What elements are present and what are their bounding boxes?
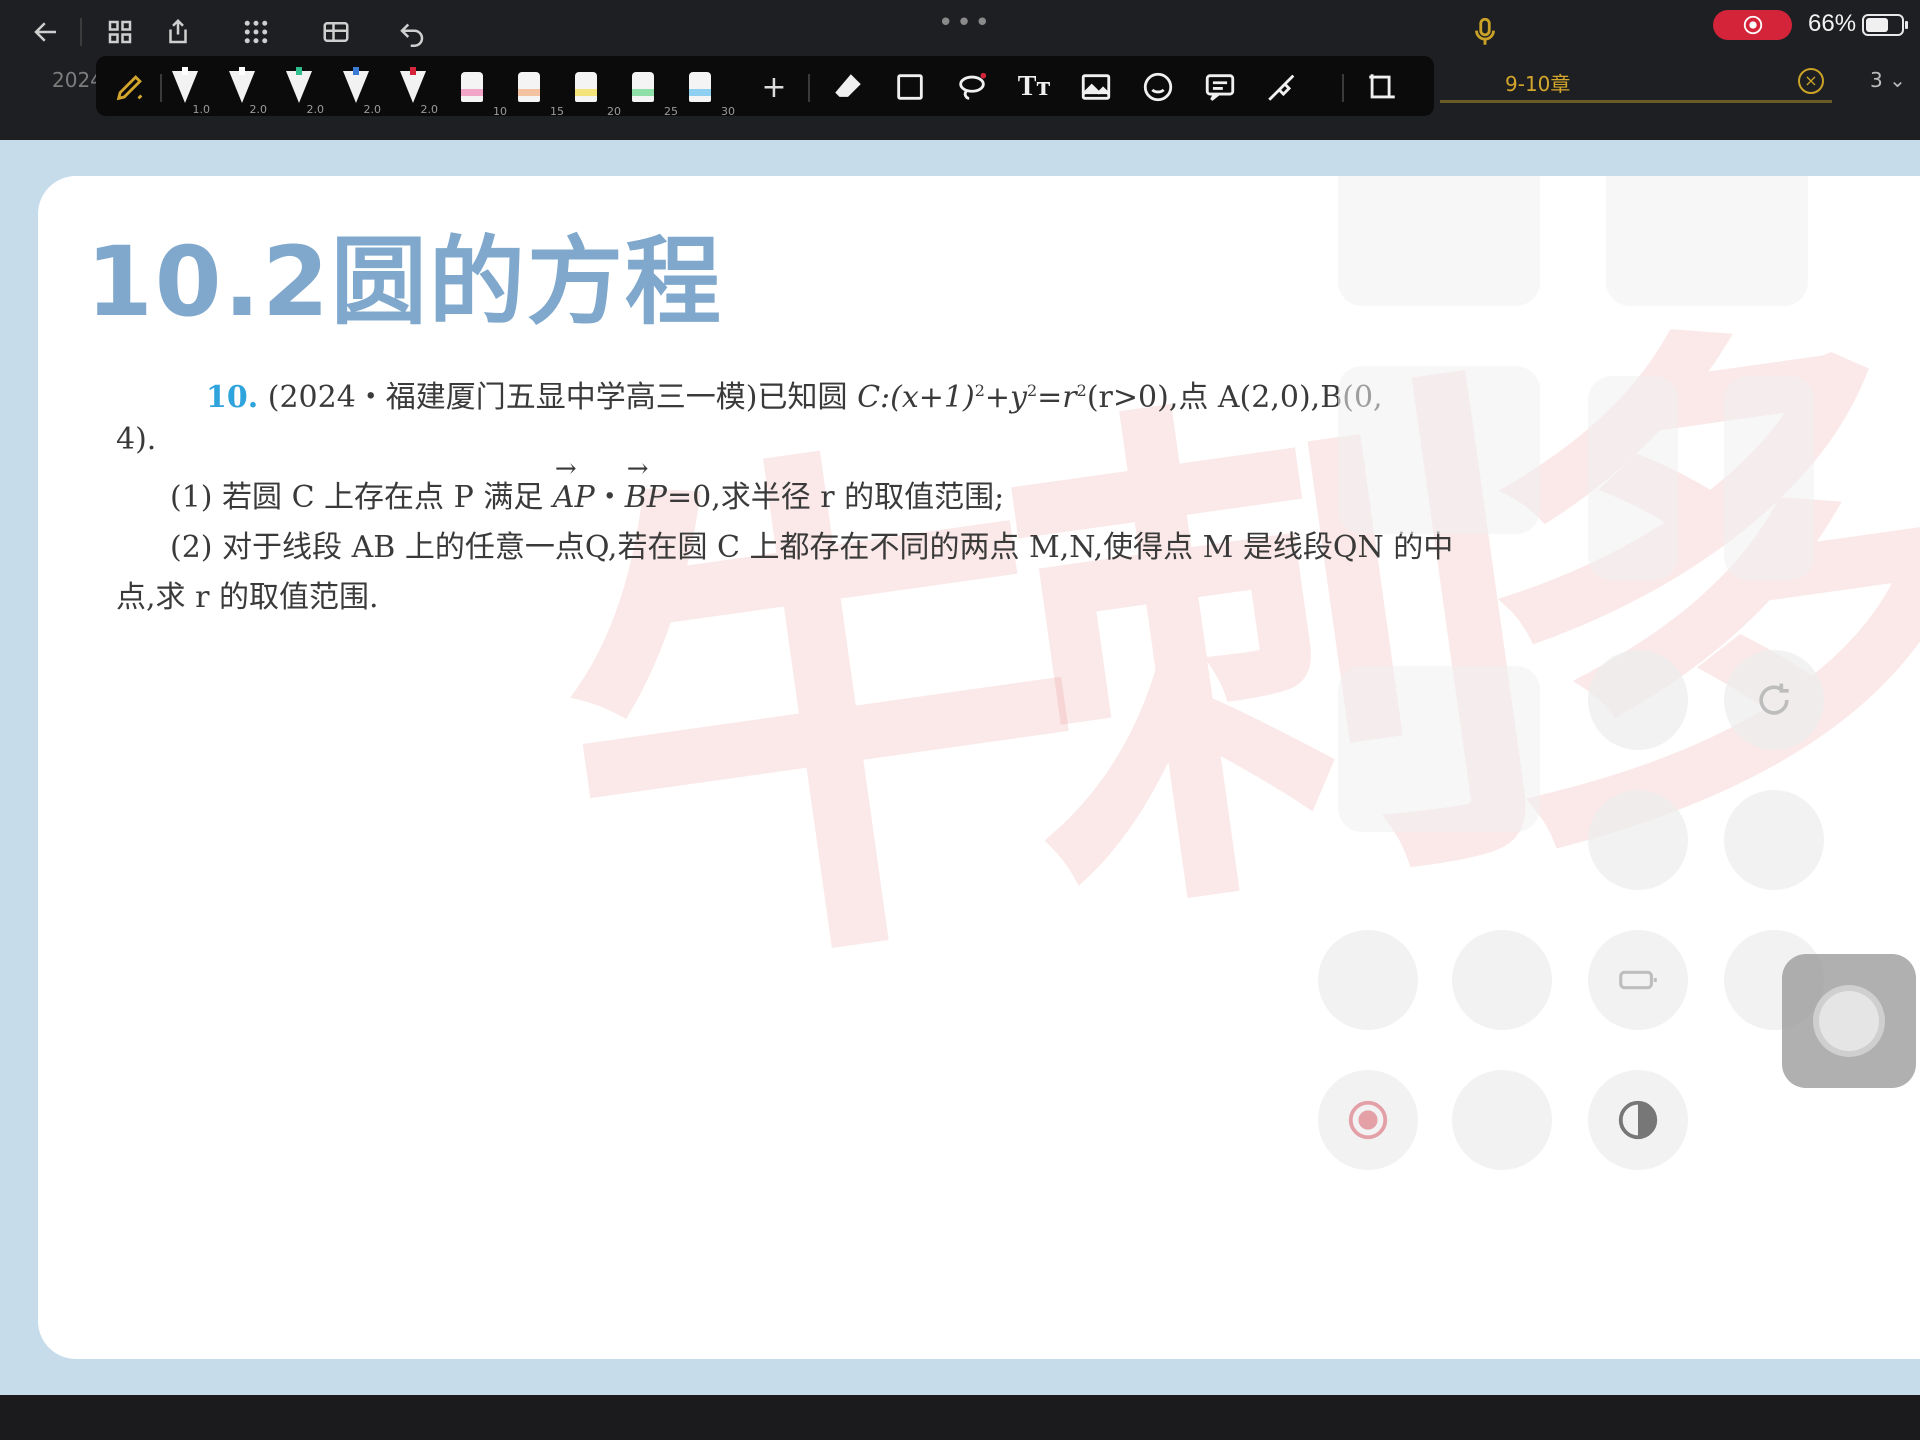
sticker-icon[interactable]: [1136, 64, 1180, 110]
part1-text: (1) 若圆 C 上存在点 P 满足: [170, 480, 544, 515]
laser-pointer-icon[interactable]: [1260, 64, 1304, 110]
control-button: [1588, 650, 1688, 750]
battery-fill: [1866, 18, 1889, 32]
control-tile: [1606, 176, 1808, 306]
highlighter-tool-1[interactable]: 10: [457, 64, 507, 118]
control-button: [1588, 790, 1688, 890]
document-page[interactable]: 牛刺多 10.2圆的方程 10. (2024・福建厦门五显中学高三一模)已知圆 …: [38, 176, 1920, 1359]
part1-text-end: =0,求半径 r 的取值范围;: [666, 480, 1005, 515]
divider: [80, 18, 82, 46]
question-part-2-cont: 点,求 r 的取值范围.: [116, 580, 379, 615]
highlighter-size-label: 10: [493, 105, 507, 118]
apps-icon[interactable]: [236, 12, 276, 52]
divider: [1342, 74, 1344, 102]
page-count-value: 3: [1870, 68, 1883, 92]
screen-record-indicator[interactable]: [1713, 10, 1792, 40]
highlighter-tool-2[interactable]: 15: [514, 64, 564, 118]
divider: [808, 74, 810, 102]
question-source: (2024・福建厦门五显中学高三一模)已知圆: [267, 380, 848, 415]
dark-mode-icon: [1588, 1070, 1688, 1170]
control-tile: [1338, 366, 1540, 534]
pen-tool-1[interactable]: 1.0: [166, 64, 210, 116]
control-button: [1318, 930, 1418, 1030]
dot-operator: ・: [594, 480, 625, 515]
exponent: 2: [974, 381, 985, 400]
top-bar: ••• 66% 2024 + Tт 1.0 2.0 2.0 2.0 2.0 10…: [0, 0, 1920, 140]
pen-size-label: 2.0: [249, 103, 268, 116]
low-power-icon: [1588, 930, 1688, 1030]
question-part-2: (2) 对于线段 AB 上的任意一点Q,若在圆 C 上都存在不同的两点 M,N,…: [170, 530, 1454, 565]
section-title: 10.2圆的方程: [86, 226, 723, 338]
lasso-icon[interactable]: [950, 64, 994, 110]
question-line-1: 10. (2024・福建厦门五显中学高三一模)已知圆 C:(x+1)2+y2=r…: [206, 372, 1383, 416]
shape-rectangle-icon[interactable]: [888, 64, 932, 110]
brightness-slider: [1588, 376, 1678, 580]
highlighter-tool-4[interactable]: 25: [628, 64, 678, 118]
assistive-touch-dot: [1813, 985, 1885, 1057]
layout-icon[interactable]: [316, 12, 356, 52]
battery-percent: 66%: [1808, 10, 1857, 37]
question-number: 10.: [206, 380, 259, 415]
crop-icon[interactable]: [1360, 64, 1404, 110]
page-area: 牛刺多 10.2圆的方程 10. (2024・福建厦门五显中学高三一模)已知圆 …: [0, 140, 1920, 1395]
eraser-icon[interactable]: [826, 64, 870, 110]
tab-chapter[interactable]: [1440, 62, 1832, 103]
pen-size-label: 2.0: [420, 103, 439, 116]
pen-size-label: 2.0: [363, 103, 382, 116]
pen-toolbar: + Tт 1.0 2.0 2.0 2.0 2.0 10 15 20 25 30: [96, 56, 1434, 118]
vector-ap: AP: [553, 480, 595, 515]
text-tool-icon[interactable]: Tт: [1012, 64, 1056, 110]
pen-tool-2[interactable]: 2.0: [223, 64, 267, 116]
question-part-1: (1) 若圆 C 上存在点 P 满足 AP・BP=0,求半径 r 的取值范围;: [170, 472, 1004, 516]
highlighter-tool-5[interactable]: 30: [685, 64, 735, 118]
microphone-icon: [1468, 12, 1502, 52]
rotation-lock-icon: [1724, 650, 1824, 750]
pen-tool-3[interactable]: 2.0: [280, 64, 324, 116]
tab-chapter-label[interactable]: 9-10章: [1505, 68, 1570, 97]
image-icon[interactable]: [1074, 64, 1118, 110]
vector-bp: BP: [625, 480, 667, 515]
equation-term: =r: [1037, 380, 1077, 415]
volume-slider: [1724, 376, 1814, 580]
circle-equation: :(x+1): [880, 380, 975, 415]
pen-mode-icon[interactable]: [110, 64, 150, 110]
battery-tip: [1905, 21, 1908, 29]
share-icon[interactable]: [158, 12, 198, 52]
highlighter-size-label: 15: [550, 105, 564, 118]
more-dots[interactable]: •••: [938, 8, 993, 38]
control-button: [1452, 930, 1552, 1030]
control-button: [1452, 1070, 1552, 1170]
battery-icon: [1862, 14, 1904, 36]
highlighter-size-label: 20: [607, 105, 621, 118]
question-line-2: 4).: [116, 422, 157, 457]
highlighter-size-label: 25: [664, 105, 678, 118]
comment-icon[interactable]: [1198, 64, 1242, 110]
add-tool-button[interactable]: +: [756, 64, 792, 110]
control-tile: [1338, 176, 1540, 306]
close-tab-icon[interactable]: ×: [1798, 68, 1824, 94]
circle-name: C: [857, 380, 881, 415]
screen-record-icon: [1318, 1070, 1418, 1170]
pen-size-label: 1.0: [192, 103, 211, 116]
highlighter-size-label: 30: [721, 105, 735, 118]
back-arrow-icon[interactable]: [26, 12, 66, 52]
exponent: 2: [1076, 381, 1087, 400]
divider: [160, 74, 162, 102]
control-tile: [1338, 666, 1540, 832]
undo-icon[interactable]: [392, 12, 432, 52]
page-count[interactable]: 3 ⌄: [1870, 68, 1906, 92]
record-icon: [1743, 15, 1762, 35]
pen-tool-4[interactable]: 2.0: [337, 64, 381, 116]
pen-tool-5[interactable]: 2.0: [394, 64, 438, 116]
equation-term: +y: [984, 380, 1027, 415]
bottom-bar: [0, 1395, 1920, 1440]
pen-size-label: 2.0: [306, 103, 325, 116]
grid-icon[interactable]: [100, 12, 140, 52]
highlighter-tool-3[interactable]: 20: [571, 64, 621, 118]
exponent: 2: [1026, 381, 1038, 400]
assistive-touch-button[interactable]: [1782, 954, 1916, 1088]
camera-icon: [1724, 790, 1824, 890]
